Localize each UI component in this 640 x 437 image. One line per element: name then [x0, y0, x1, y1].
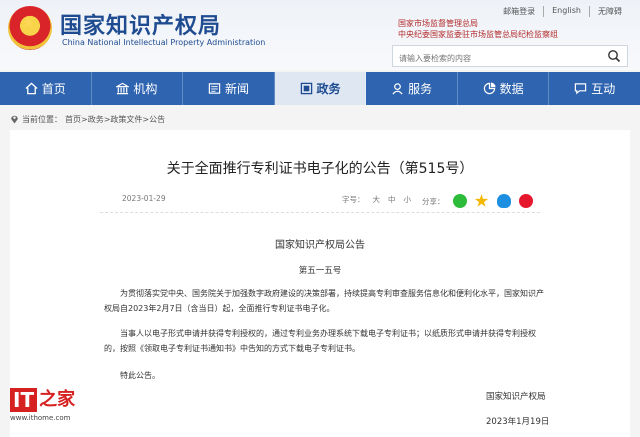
doc-header: 国家知识产权局公告	[275, 240, 365, 251]
chat-icon	[575, 83, 587, 95]
font-size-medium[interactable]: 中	[388, 194, 396, 205]
ithome-url: www.ithome.com	[10, 414, 71, 422]
site-header: 国家知识产权局 China National Intellectual Prop…	[0, 0, 640, 70]
article-date: 2023-01-29	[122, 194, 166, 203]
nav-services[interactable]: 服务	[366, 72, 458, 105]
breadcrumb: 当前位置： 首页>政务>政策文件>公告	[10, 110, 630, 128]
qq-icon[interactable]	[496, 194, 511, 208]
nav-data[interactable]: 数据	[458, 72, 550, 105]
data-icon	[483, 82, 496, 95]
search-input[interactable]	[393, 48, 593, 69]
ithome-logo: IT 之家	[10, 388, 75, 412]
news-icon	[208, 83, 221, 94]
main-nav: 首页 机构 新闻 政务 服务 数据 互动	[0, 72, 640, 105]
site-subtitle: China National Intellectual Property Adm…	[62, 38, 266, 47]
accessibility-link[interactable]: 无障碍	[589, 6, 630, 17]
government-icon	[300, 82, 312, 95]
location-pin-icon	[11, 115, 18, 124]
share-bar: 分享：	[422, 194, 533, 208]
nav-label: 新闻	[224, 82, 249, 96]
ithome-watermark: IT 之家 www.ithome.com	[10, 388, 75, 422]
nav-label: 互动	[591, 82, 616, 96]
mail-login-link[interactable]: 邮箱登录	[495, 6, 543, 17]
breadcrumb-prefix: 当前位置：	[22, 114, 62, 124]
home-icon	[25, 82, 38, 95]
nav-label: 服务	[408, 82, 433, 96]
service-icon	[392, 83, 403, 95]
font-size-large[interactable]: 大	[373, 194, 381, 205]
org-link-samr[interactable]: 国家市场监督管理总局	[398, 18, 478, 29]
nav-label: 机构	[133, 82, 158, 96]
nav-institutions[interactable]: 机构	[92, 72, 184, 105]
ithome-logo-it: IT	[10, 388, 38, 412]
font-size-small[interactable]: 小	[404, 194, 412, 205]
breadcrumb-path[interactable]: 首页>政务>政策文件>公告	[65, 114, 165, 125]
share-label: 分享：	[422, 196, 445, 206]
nav-label: 数据	[499, 82, 524, 96]
top-links: 邮箱登录 English 无障碍	[495, 6, 630, 17]
org-link-inspection[interactable]: 中央纪委国家监委驻市场监管总局纪检监察组	[398, 29, 558, 40]
font-size-controls: 字号： 大 中 小	[342, 194, 411, 205]
search-box	[392, 45, 628, 69]
weibo-icon[interactable]	[518, 194, 533, 208]
divider	[100, 212, 540, 213]
search-icon[interactable]	[607, 49, 621, 63]
paragraph: 特此公告。	[120, 371, 160, 380]
nav-news[interactable]: 新闻	[183, 72, 275, 105]
building-icon	[116, 82, 130, 95]
article-panel: 关于全面推行专利证书电子化的公告（第515号） 2023-01-29 字号： 大…	[10, 130, 630, 437]
ithome-logo-zh: 之家	[39, 389, 76, 410]
article-title: 关于全面推行专利证书电子化的公告（第515号）	[166, 161, 474, 177]
wechat-icon[interactable]	[452, 194, 467, 208]
paragraph: 当事人以电子形式申请并获得专利授权的，通过专利业务办理系统下载电子专利证书；以纸…	[104, 329, 536, 353]
doc-number: 第五一五号	[298, 266, 342, 276]
signature-date: 2023年1月19日	[486, 417, 550, 427]
nav-home[interactable]: 首页	[0, 72, 92, 105]
national-emblem-icon[interactable]	[8, 6, 52, 50]
signature: 国家知识产权局	[486, 392, 546, 402]
nav-label: 首页	[41, 82, 66, 96]
paragraph: 为贯彻落实党中央、国务院关于加强数字政府建设的决策部署，持续提高专利审查服务信息…	[104, 289, 544, 313]
font-size-label: 字号：	[342, 195, 365, 204]
english-link[interactable]: English	[543, 6, 589, 17]
qzone-icon[interactable]	[474, 194, 489, 207]
nav-government-affairs[interactable]: 政务	[274, 72, 367, 105]
site-title[interactable]: 国家知识产权局	[60, 8, 221, 40]
nav-interaction[interactable]: 互动	[549, 72, 640, 105]
nav-label: 政务	[316, 82, 341, 96]
